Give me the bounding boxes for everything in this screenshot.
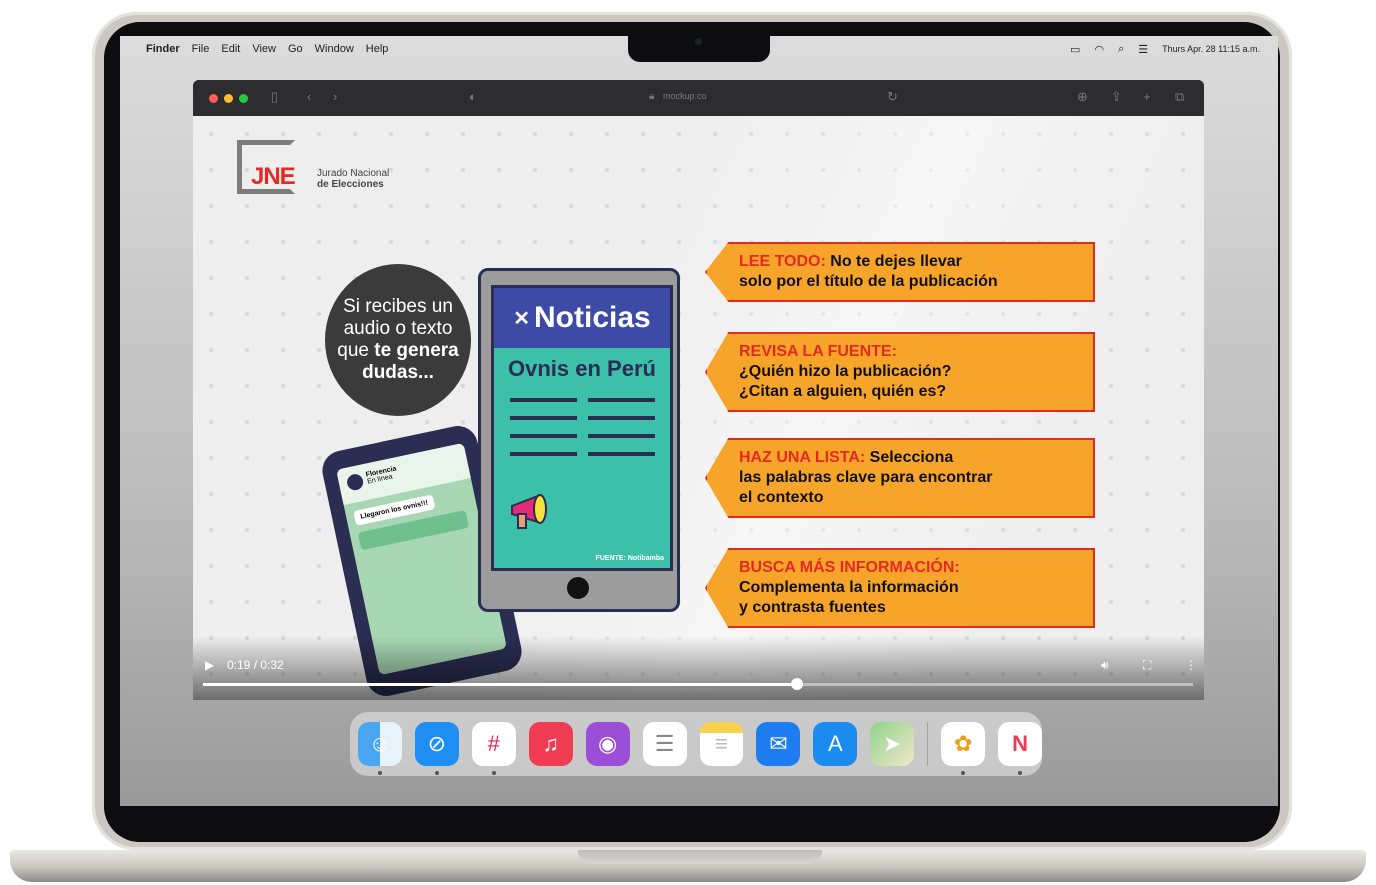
tip-2-key: REVISA LA FUENTE: <box>739 343 897 360</box>
tablet-home-button <box>567 577 589 599</box>
tip-3-key: HAZ UNA LISTA: <box>739 449 866 466</box>
downloads-icon[interactable]: ⊕ <box>1077 89 1088 105</box>
tip-2-text-3: ¿Citan a alguien, quién es? <box>739 383 947 400</box>
video-controls: ▶ 0:19 / 0:32 🔊︎ ⛶ ⋮ <box>193 636 1204 700</box>
maps-icon[interactable]: ➤ <box>870 722 915 766</box>
control-center-icon[interactable]: ☰ <box>1138 43 1148 56</box>
reminders-icon[interactable]: ☰ <box>642 722 687 766</box>
bubble-line-4: dudas... <box>362 362 434 383</box>
news-logo-icon: ✕ <box>513 307 531 330</box>
menu-finder[interactable]: Finder <box>146 43 180 55</box>
menu-window[interactable]: Window <box>315 43 354 55</box>
video-player[interactable]: JNE Jurado Nacional de Elecciones Si rec… <box>193 116 1204 700</box>
bubble-line-2: audio o texto <box>343 318 453 339</box>
question-bubble: Si recibes un audio o texto que te gener… <box>325 264 471 416</box>
spotlight-search-icon[interactable]: ⌕ <box>1118 43 1124 56</box>
video-time: 0:19 / 0:32 <box>227 658 284 672</box>
laptop-base-notch <box>578 850 822 864</box>
wifi-icon[interactable]: ◠ <box>1094 43 1104 56</box>
progress-fill <box>203 683 797 686</box>
bubble-line-1: Si recibes un <box>343 296 453 317</box>
new-tab-icon[interactable]: + <box>1143 89 1151 104</box>
dock-separator <box>927 722 929 766</box>
browser-toolbar: ▯ ‹ › ◐ 🔒︎ mockup.co ↻ ⊕ ⇪ + ⧉ <box>193 80 1204 116</box>
slack-icon[interactable]: # <box>471 722 516 775</box>
logo-line-2: de Elecciones <box>317 179 384 190</box>
menu-clock[interactable]: Thurs Apr. 28 11:15 a.m. <box>1162 44 1260 54</box>
podcasts-icon[interactable]: ◉ <box>585 722 630 766</box>
megaphone-icon <box>511 494 547 529</box>
tip-3-text-3: el contexto <box>739 489 824 506</box>
tip-read-all: LEE TODO: No te dejes llevar solo por el… <box>705 242 1095 302</box>
mail-icon[interactable]: ✉ <box>756 722 801 766</box>
sidebar-toggle-icon[interactable]: ▯ <box>271 89 278 105</box>
tip-3-text-2: las palabras clave para encontrar <box>739 469 993 486</box>
tablet-screen: ✕ Noticias Ovnis en Perú FUENTE: Notibam… <box>491 285 673 571</box>
jne-logo-name: Jurado Nacional de Elecciones <box>317 168 389 190</box>
back-icon[interactable]: ‹ <box>307 89 311 104</box>
tip-1-key: LEE TODO: <box>739 253 826 270</box>
lock-icon: 🔒︎ <box>649 91 655 102</box>
laptop-chin <box>104 806 1280 842</box>
tab-overview-icon[interactable]: ⧉ <box>1175 89 1184 105</box>
avatar <box>345 472 365 492</box>
news-app-icon[interactable]: N <box>998 722 1043 775</box>
share-icon[interactable]: ⇪ <box>1111 89 1122 105</box>
reload-icon[interactable]: ↻ <box>887 89 898 105</box>
safari-icon[interactable]: ⊘ <box>414 722 459 775</box>
app-store-icon[interactable]: A <box>813 722 858 766</box>
tip-4-text-2: Complementa la información <box>739 579 959 596</box>
tip-2-text-2: ¿Quién hizo la publicación? <box>739 363 952 380</box>
menu-edit[interactable]: Edit <box>221 43 240 55</box>
chat-header: Florencia En línea <box>336 442 471 506</box>
news-text-lines <box>510 398 658 470</box>
progress-bar[interactable] <box>203 678 1193 690</box>
more-options-icon[interactable]: ⋮ <box>1185 658 1197 672</box>
tip-search-more: BUSCA MÁS INFORMACIÓN: Complementa la in… <box>705 548 1095 628</box>
fullscreen-icon[interactable]: ⛶ <box>1143 658 1151 673</box>
photos-icon[interactable]: ✿ <box>941 722 986 775</box>
menu-view[interactable]: View <box>252 43 276 55</box>
privacy-shield-icon[interactable]: ◐ <box>469 89 477 104</box>
play-icon[interactable]: ▶ <box>205 658 214 672</box>
tip-4-key: BUSCA MÁS INFORMACIÓN: <box>739 559 960 576</box>
bubble-line-3-plain: que <box>337 340 375 361</box>
battery-icon[interactable]: ▭ <box>1070 43 1080 56</box>
zoom-window-button[interactable] <box>239 93 248 103</box>
forward-icon[interactable]: › <box>333 89 337 104</box>
tip-1-text-2: solo por el título de la publicación <box>739 273 998 290</box>
menu-file[interactable]: File <box>192 43 210 55</box>
news-headline: Ovnis en Perú <box>508 356 656 381</box>
news-header-text: Noticias <box>534 301 651 334</box>
tip-1-text-1: No te dejes llevar <box>825 253 962 270</box>
tip-4-text-3: y contrasta fuentes <box>739 599 886 616</box>
music-icon[interactable]: ♫ <box>528 722 573 766</box>
progress-scrubber[interactable] <box>791 678 803 690</box>
news-source: FUENTE: Notibamba <box>595 555 664 562</box>
notes-icon[interactable]: ≡ <box>699 722 744 766</box>
bubble-line-3-bold: te genera <box>374 340 459 361</box>
tip-check-source: REVISA LA FUENTE: ¿Quién hizo la publica… <box>705 332 1095 412</box>
tip-make-list: HAZ UNA LISTA: Selecciona las palabras c… <box>705 438 1095 518</box>
minimize-window-button[interactable] <box>224 93 233 103</box>
menu-go[interactable]: Go <box>288 43 303 55</box>
close-window-button[interactable] <box>209 93 218 103</box>
logo-line-1: Jurado Nacional <box>317 168 390 179</box>
safari-window: ▯ ‹ › ◐ 🔒︎ mockup.co ↻ ⊕ ⇪ + ⧉ JNE Jurad… <box>193 80 1204 700</box>
camera-icon <box>695 38 702 45</box>
finder-icon[interactable]: ☺ <box>358 722 402 775</box>
bubble-line-3: que te genera <box>337 340 458 362</box>
dock: ☺ ⊘ # ♫ ◉ ☰ ≡ ✉ A ➤ ✿ N <box>350 712 1043 776</box>
menu-help[interactable]: Help <box>366 43 389 55</box>
volume-icon[interactable]: 🔊︎ <box>1101 658 1109 673</box>
news-header: ✕ Noticias <box>494 288 670 348</box>
tip-3-text-1: Selecciona <box>865 449 954 466</box>
jne-logo: JNE <box>251 163 296 190</box>
address-bar[interactable]: mockup.co <box>663 91 707 101</box>
tablet-illustration: ✕ Noticias Ovnis en Perú FUENTE: Notibam… <box>478 268 680 612</box>
